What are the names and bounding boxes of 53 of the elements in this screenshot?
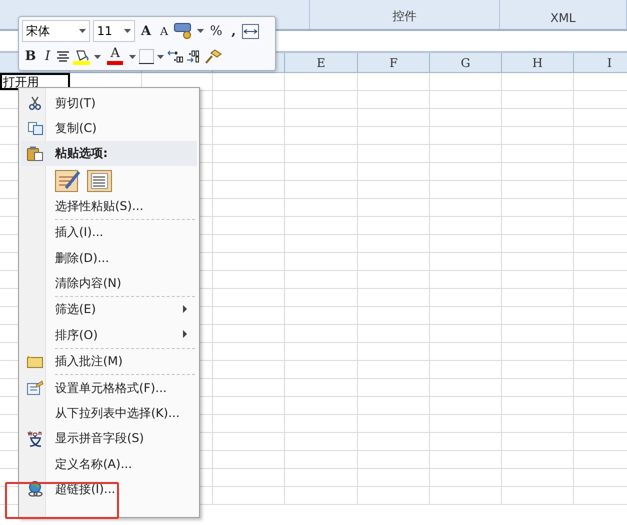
column-header[interactable]: G [460,56,470,70]
menu-item[interactable]: 从下拉列表中选择(K)... [21,400,197,426]
cell-text: 打开用 [3,75,39,89]
menu-item[interactable]: 定义名称(A)... [21,451,197,476]
menu-item[interactable]: 删除(D)... [21,244,197,270]
menu-item[interactable]: 插入(I)... [21,220,197,245]
dropdown-arrow-icon[interactable] [157,54,164,58]
dropdown-arrow-icon[interactable] [197,29,204,33]
dropdown-arrow-icon[interactable] [124,29,131,33]
grow-font-button[interactable]: A [138,21,154,41]
dropdown-arrow-icon[interactable] [129,54,136,58]
menu-item[interactable]: 复制(C) [21,115,197,141]
menu-item[interactable]: 设置单元格格式(F)... [21,374,197,400]
column-header[interactable]: E [316,56,326,70]
comment-icon [27,354,43,368]
menu-item[interactable]: 超链接(I)... [21,476,197,502]
percent-button[interactable]: % [207,21,226,41]
increase-decimal-icon[interactable] [167,49,184,64]
menu-item[interactable]: 清除内容(N) [21,270,197,296]
phonetic-icon [26,430,44,447]
fill-color-icon[interactable] [73,48,92,65]
column-header[interactable]: H [532,56,543,70]
dropdown-arrow-icon[interactable] [79,29,86,33]
font-color-button[interactable]: A [104,46,126,66]
dropdown-arrow-icon[interactable] [94,54,102,58]
bold-button[interactable]: B [22,46,39,66]
align-center-icon[interactable] [56,50,70,62]
group-label: XML [550,11,576,25]
menu-item[interactable]: 选择性粘贴(S)... [21,193,197,219]
menu-item[interactable]: 剪切(T) [21,90,197,116]
column-header[interactable]: F [389,56,398,70]
paste-values-icon[interactable] [87,168,113,192]
font-name-dropdown[interactable]: 宋体 [22,20,90,42]
hyperlink-icon [26,481,44,498]
format-cells-icon [26,380,44,396]
paste-format-icon[interactable] [55,168,81,192]
borders-icon[interactable] [139,49,154,64]
italic-button[interactable]: I [42,46,54,66]
clipboard-icon [27,146,43,161]
menu-item[interactable]: 排序(O) [21,322,197,348]
menu-section-header: 粘贴选项: [21,140,197,166]
scissors-icon [29,96,41,110]
format-painter-icon[interactable] [205,49,222,64]
menu-item[interactable]: 显示拼音字段(S) [21,426,197,452]
font-size-dropdown[interactable]: 11 [93,20,135,42]
group-label: 控件 [392,8,416,25]
menu-item[interactable]: 筛选(E) [21,296,197,322]
menu-item[interactable]: 插入批注(M) [21,348,197,374]
copy-icon [28,122,42,135]
shrink-font-button[interactable]: A [157,21,172,41]
column-header[interactable]: I [607,56,612,70]
merge-center-icon[interactable] [242,24,259,38]
comma-button[interactable]: , [228,21,239,41]
